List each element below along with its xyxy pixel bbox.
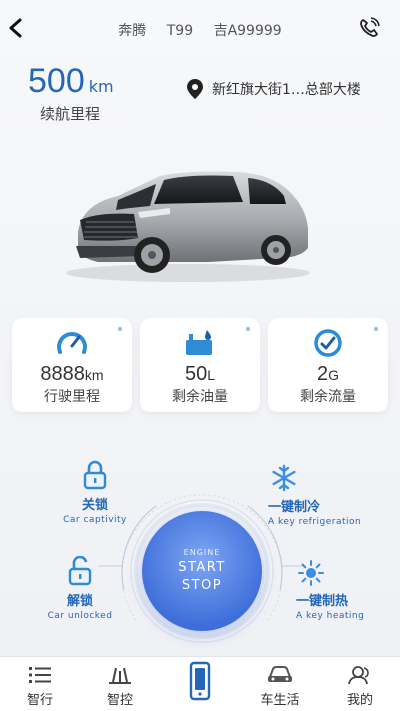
tab-label: 智行 bbox=[26, 693, 53, 708]
engine-knob: ENGINE START STOP bbox=[128, 497, 276, 645]
location-link[interactable]: 新红旗大街1…总部大楼 bbox=[186, 78, 361, 100]
data-card[interactable]: 2G 剩余流量 bbox=[268, 318, 388, 412]
tab-smart-control[interactable]: 智控 bbox=[80, 657, 160, 711]
lock-label: 关锁 bbox=[81, 498, 108, 513]
tab-car-life[interactable]: 车生活 bbox=[240, 657, 320, 711]
unlock-icon bbox=[68, 555, 92, 586]
fuel-icon bbox=[186, 330, 212, 355]
fuel-label: 剩余油量 bbox=[172, 389, 228, 405]
engine-label: ENGINE bbox=[183, 548, 221, 557]
tab-label: 我的 bbox=[346, 693, 373, 708]
cool-label-en: A key refrigeration bbox=[268, 517, 362, 527]
info-dot-icon bbox=[374, 327, 378, 331]
mileage-label: 行驶里程 bbox=[44, 389, 100, 405]
phone-key-icon bbox=[189, 661, 211, 701]
lock-control[interactable]: 关锁 Car captivity bbox=[50, 460, 140, 525]
range-unit: km bbox=[88, 77, 114, 96]
list-icon bbox=[29, 667, 51, 683]
heat-label-en: A key heating bbox=[296, 611, 365, 621]
sun-icon bbox=[298, 560, 324, 586]
location-text: 新红旗大街1…总部大楼 bbox=[212, 82, 361, 98]
car-image bbox=[66, 171, 310, 282]
start-label: START bbox=[178, 560, 226, 575]
location-pin-icon bbox=[187, 79, 203, 99]
unlock-control[interactable]: 解锁 Car unlocked bbox=[28, 555, 132, 621]
lock-icon bbox=[83, 460, 107, 490]
phone-call-icon[interactable] bbox=[358, 17, 380, 39]
vehicle-model: T99 bbox=[166, 23, 194, 39]
stop-label: STOP bbox=[181, 578, 223, 593]
tab-mine[interactable]: 我的 bbox=[320, 657, 400, 711]
stats-cards: 8888km 行驶里程 50L 剩余油量 2G 剩余流量 bbox=[12, 318, 388, 412]
cool-control[interactable]: 一键制冷 A key refrigeration bbox=[268, 464, 378, 527]
info-dot-icon bbox=[246, 327, 250, 331]
mileage-card[interactable]: 8888km 行驶里程 bbox=[12, 318, 132, 412]
engine-start-stop-button[interactable]: ENGINE START STOP bbox=[142, 511, 262, 631]
tab-smart-travel[interactable]: 智行 bbox=[0, 657, 80, 711]
fuel-card[interactable]: 50L 剩余油量 bbox=[140, 318, 260, 412]
info-dot-icon bbox=[118, 327, 122, 331]
heat-control[interactable]: 一键制热 A key heating bbox=[296, 560, 392, 621]
range-display: 500 km 续航里程 bbox=[28, 62, 114, 124]
vehicle-brand: 奔腾 bbox=[118, 23, 147, 39]
tab-phone-key[interactable] bbox=[160, 657, 240, 711]
heat-label: 一键制热 bbox=[296, 594, 349, 609]
data-label: 剩余流量 bbox=[300, 389, 356, 405]
tab-label: 智控 bbox=[106, 693, 133, 708]
car-icon bbox=[268, 666, 292, 682]
unlock-label-en: Car unlocked bbox=[47, 611, 113, 621]
data-icon bbox=[314, 329, 342, 357]
vehicle-plate: 吉A99999 bbox=[213, 23, 282, 39]
bottom-tab-bar: 智行 智控 车生活 我的 bbox=[0, 656, 400, 711]
range-value: 500 bbox=[28, 62, 85, 100]
mileage-value: 8888km bbox=[40, 363, 104, 385]
vehicle-title: 奔腾 T99 吉A99999 bbox=[0, 20, 400, 40]
control-icon bbox=[109, 667, 131, 684]
range-label: 续航里程 bbox=[40, 105, 101, 123]
unlock-label: 解锁 bbox=[66, 594, 93, 609]
snowflake-icon bbox=[272, 464, 296, 492]
speedometer-icon bbox=[57, 332, 87, 354]
user-icon bbox=[348, 666, 369, 685]
fuel-value: 50L bbox=[184, 363, 216, 385]
tab-label: 车生活 bbox=[260, 693, 300, 708]
lock-label-en: Car captivity bbox=[63, 515, 127, 525]
top-bar: 奔腾 T99 吉A99999 bbox=[0, 0, 400, 56]
data-value: 2G bbox=[316, 363, 339, 385]
cool-label: 一键制冷 bbox=[268, 500, 321, 515]
